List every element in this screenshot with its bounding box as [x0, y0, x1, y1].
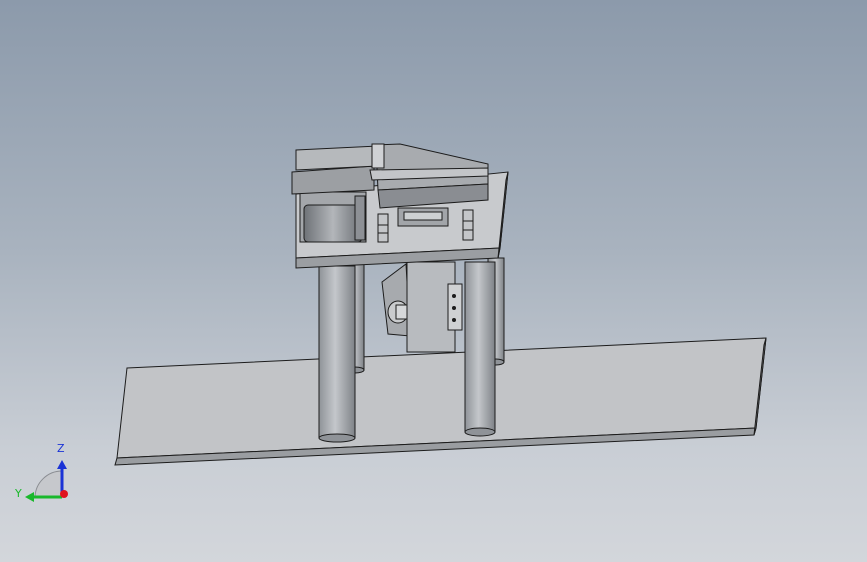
actuator-body[interactable]: [406, 261, 463, 353]
triad-plane-quarter: [34, 470, 63, 498]
assembly-model[interactable]: [0, 0, 867, 562]
triad-z-label: Z: [57, 442, 65, 455]
front-right-column[interactable]: [464, 261, 496, 437]
triad-y-label: Y: [15, 487, 22, 500]
base-plate[interactable]: [114, 337, 767, 466]
guide-post-left[interactable]: [377, 213, 389, 243]
x-axis-dot-icon: [60, 490, 68, 498]
view-orientation-triad[interactable]: [25, 460, 68, 502]
roller[interactable]: [299, 191, 367, 243]
center-block[interactable]: [397, 207, 449, 227]
guide-post-right[interactable]: [462, 209, 474, 241]
front-left-column[interactable]: [318, 265, 356, 443]
cad-graphics-viewport[interactable]: Z Y: [0, 0, 867, 562]
